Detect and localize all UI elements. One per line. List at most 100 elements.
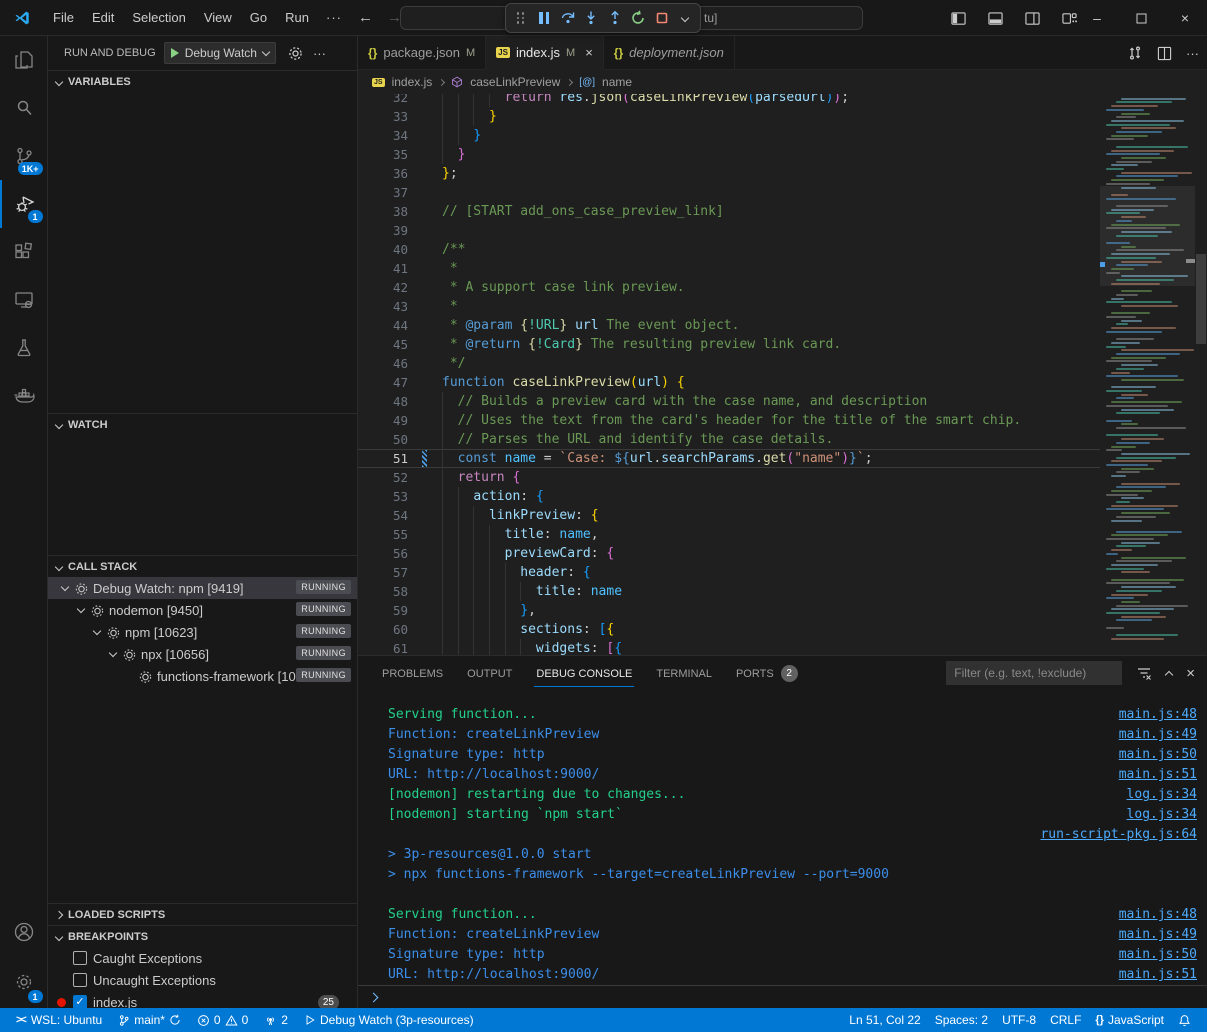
console-source-link[interactable]: main.js:50 — [1119, 945, 1197, 965]
line-number[interactable]: 52 — [358, 468, 408, 487]
code-line-61[interactable]: 61 widgets: [{ — [358, 639, 1100, 655]
code-line-38[interactable]: 38// [START add_ons_case_preview_link] — [358, 202, 1100, 221]
step-over-button[interactable] — [557, 7, 579, 29]
line-number[interactable]: 46 — [358, 354, 408, 373]
debug-toolbar-dropdown-icon[interactable] — [675, 7, 697, 29]
code-line-33[interactable]: 33 } — [358, 107, 1100, 126]
gutter-glyph[interactable] — [408, 563, 442, 582]
stop-button[interactable] — [651, 7, 673, 29]
code-line-39[interactable]: 39 — [358, 221, 1100, 240]
accounts-icon[interactable] — [0, 908, 48, 956]
code-line-37[interactable]: 37 — [358, 183, 1100, 202]
code-line-36[interactable]: 36}; — [358, 164, 1100, 183]
breakpoints-section-header[interactable]: BREAKPOINTS — [48, 925, 357, 947]
forwarded-ports-status[interactable]: 2 — [258, 1009, 294, 1031]
breakpoint-item[interactable]: Uncaught Exceptions — [48, 969, 357, 991]
line-number[interactable]: 38 — [358, 202, 408, 221]
code-line-43[interactable]: 43 * — [358, 297, 1100, 316]
split-editor-icon[interactable] — [1157, 46, 1172, 61]
code-line-46[interactable]: 46 */ — [358, 354, 1100, 373]
gutter-glyph[interactable] — [408, 639, 442, 655]
source-control-icon[interactable]: 1K+ — [0, 132, 48, 180]
console-source-link[interactable]: main.js:51 — [1119, 965, 1197, 985]
line-number[interactable]: 37 — [358, 183, 408, 202]
gutter-glyph[interactable] — [408, 259, 442, 278]
breakpoint-checkbox[interactable] — [73, 951, 87, 965]
line-number[interactable]: 36 — [358, 164, 408, 183]
line-number[interactable]: 48 — [358, 392, 408, 411]
launch-config-dropdown[interactable]: Debug Watch — [164, 42, 276, 64]
remote-explorer-icon[interactable] — [0, 276, 48, 324]
settings-gear-icon[interactable]: 1 — [0, 956, 48, 1008]
close-window-button[interactable]: × — [1163, 0, 1207, 36]
code-line-53[interactable]: 53 action: { — [358, 487, 1100, 506]
search-icon[interactable] — [0, 84, 48, 132]
maximize-panel-icon[interactable] — [1166, 666, 1172, 681]
minimize-button[interactable]: – — [1075, 0, 1119, 36]
restart-button[interactable] — [628, 7, 650, 29]
line-number[interactable]: 39 — [358, 221, 408, 240]
code-line-42[interactable]: 42 * A support case link preview. — [358, 278, 1100, 297]
debug-console-input[interactable] — [358, 985, 1207, 1008]
gutter-glyph[interactable] — [408, 392, 442, 411]
eol-status[interactable]: CRLF — [1044, 1009, 1087, 1031]
code-line-57[interactable]: 57 header: { — [358, 563, 1100, 582]
step-into-button[interactable] — [581, 7, 603, 29]
gutter-glyph[interactable] — [408, 430, 442, 449]
watch-section-header[interactable]: WATCH — [48, 413, 357, 435]
breadcrumb-symbol[interactable]: caseLinkPreview — [470, 75, 560, 89]
line-number[interactable]: 56 — [358, 544, 408, 563]
line-number[interactable]: 42 — [358, 278, 408, 297]
open-launch-json-gear-icon[interactable] — [288, 46, 303, 61]
views-more-actions-icon[interactable]: ··· — [313, 46, 326, 61]
encoding-status[interactable]: UTF-8 — [996, 1009, 1042, 1031]
menu-view[interactable]: View — [195, 6, 241, 29]
gutter-glyph[interactable] — [408, 525, 442, 544]
tab-deployment-json[interactable]: {} deployment.json — [604, 36, 735, 69]
maximize-button[interactable] — [1119, 0, 1163, 36]
code-editor[interactable]: 32 return res.json(caseLinkPreview(parse… — [358, 94, 1207, 655]
menu-run[interactable]: Run — [276, 6, 318, 29]
language-mode-status[interactable]: {}JavaScript — [1089, 1009, 1170, 1031]
panel-tab-debug-console[interactable]: DEBUG CONSOLE — [526, 656, 642, 691]
line-number[interactable]: 51 — [358, 449, 408, 468]
extensions-icon[interactable] — [0, 228, 48, 276]
code-line-58[interactable]: 58 title: name — [358, 582, 1100, 601]
console-source-link[interactable]: log.js:34 — [1127, 785, 1197, 805]
open-changes-icon[interactable] — [1127, 45, 1143, 61]
tab-package-json[interactable]: {} package.json M — [358, 36, 486, 69]
console-source-link[interactable]: main.js:49 — [1119, 725, 1197, 745]
toggle-sidebar-icon[interactable] — [951, 11, 966, 26]
code-line-45[interactable]: 45 * @return {!Card} The resulting previ… — [358, 335, 1100, 354]
panel-tab-problems[interactable]: PROBLEMS — [372, 656, 453, 691]
code-line-56[interactable]: 56 previewCard: { — [358, 544, 1100, 563]
code-line-49[interactable]: 49 // Uses the text from the card's head… — [358, 411, 1100, 430]
code-line-44[interactable]: 44 * @param {!URL} url The event object. — [358, 316, 1100, 335]
line-number[interactable]: 50 — [358, 430, 408, 449]
line-number[interactable]: 44 — [358, 316, 408, 335]
pause-button[interactable] — [534, 7, 556, 29]
gutter-glyph[interactable] — [408, 240, 442, 259]
testing-icon[interactable] — [0, 324, 48, 372]
line-number[interactable]: 43 — [358, 297, 408, 316]
line-number[interactable]: 34 — [358, 126, 408, 145]
gutter-glyph[interactable] — [408, 411, 442, 430]
call-stack-item[interactable]: Debug Watch: npm [9419]RUNNING — [48, 577, 357, 599]
call-stack-item[interactable]: nodemon [9450]RUNNING — [48, 599, 357, 621]
line-number[interactable]: 54 — [358, 506, 408, 525]
breadcrumb-file[interactable]: index.js — [392, 75, 433, 89]
code-line-60[interactable]: 60 sections: [{ — [358, 620, 1100, 639]
gutter-glyph[interactable] — [408, 297, 442, 316]
loaded-scripts-section-header[interactable]: LOADED SCRIPTS — [48, 903, 357, 925]
line-number[interactable]: 40 — [358, 240, 408, 259]
gutter-glyph[interactable] — [408, 316, 442, 335]
line-number[interactable]: 60 — [358, 620, 408, 639]
code-line-48[interactable]: 48 // Builds a preview card with the cas… — [358, 392, 1100, 411]
console-source-link[interactable]: log.js:34 — [1127, 805, 1197, 825]
code-line-32[interactable]: 32 return res.json(caseLinkPreview(parse… — [358, 94, 1100, 107]
line-number[interactable]: 41 — [358, 259, 408, 278]
console-source-link[interactable]: main.js:50 — [1119, 745, 1197, 765]
gutter-glyph[interactable] — [408, 468, 442, 487]
gutter-glyph[interactable] — [408, 449, 442, 468]
code-line-59[interactable]: 59 }, — [358, 601, 1100, 620]
